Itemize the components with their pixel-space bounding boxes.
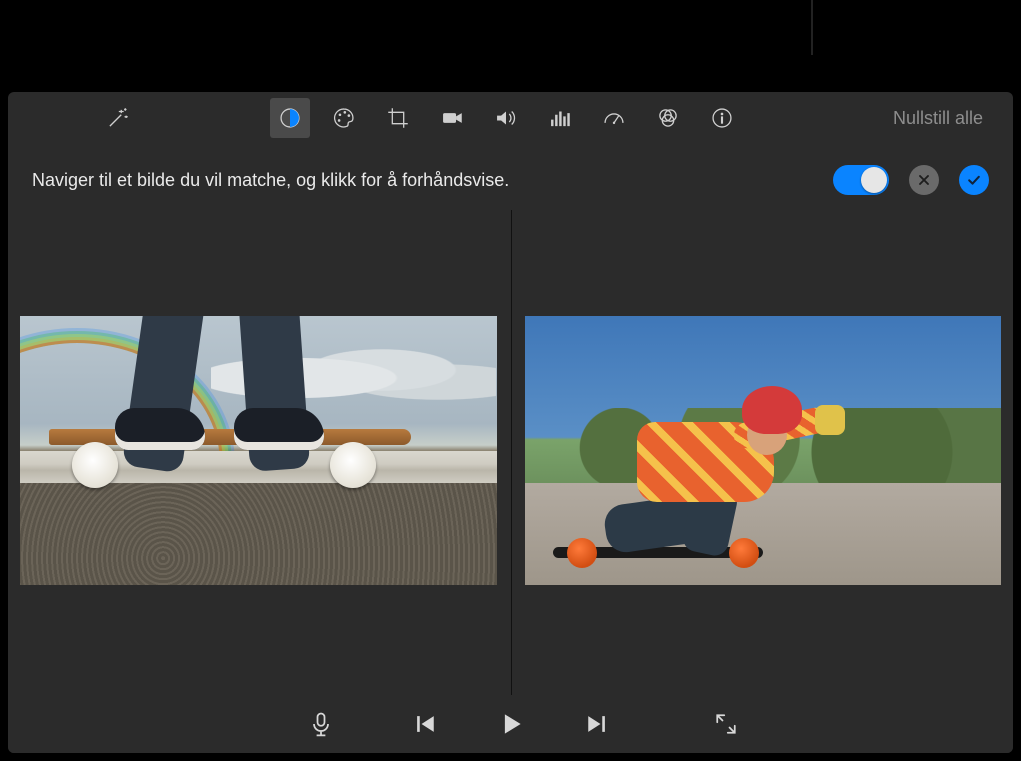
- volume-button[interactable]: [486, 98, 526, 138]
- match-color-toggle[interactable]: [833, 165, 889, 195]
- viewer-divider: [511, 210, 512, 719]
- crop-icon: [385, 105, 411, 131]
- speed-gauge-icon: [601, 105, 627, 131]
- check-icon: [966, 172, 982, 188]
- apply-button[interactable]: [959, 165, 989, 195]
- info-icon: [709, 105, 735, 131]
- microphone-icon: [307, 710, 335, 738]
- camera-button[interactable]: [432, 98, 472, 138]
- volume-icon: [493, 105, 519, 131]
- next-frame-button[interactable]: [580, 707, 614, 741]
- filters-button[interactable]: [648, 98, 688, 138]
- toggle-knob: [861, 167, 887, 193]
- magic-wand-button[interactable]: [98, 98, 138, 138]
- speed-button[interactable]: [594, 98, 634, 138]
- next-frame-icon: [583, 710, 611, 738]
- adjustments-toolbar: Nullstill alle: [8, 92, 1013, 144]
- color-palette-icon: [331, 105, 357, 131]
- magic-wand-icon: [105, 105, 131, 131]
- instruction-text: Naviger til et bilde du vil matche, og k…: [32, 170, 833, 191]
- filters-icon: [655, 105, 681, 131]
- current-clip-frame: [525, 316, 1002, 584]
- camera-icon: [439, 105, 465, 131]
- reset-all-button[interactable]: Nullstill alle: [883, 102, 993, 135]
- reference-frame: [20, 316, 497, 584]
- play-icon: [497, 710, 525, 738]
- color-balance-icon: [277, 105, 303, 131]
- fullscreen-button[interactable]: [709, 707, 743, 741]
- record-voiceover-button[interactable]: [304, 707, 338, 741]
- play-button[interactable]: [494, 707, 528, 741]
- equalizer-icon: [547, 105, 573, 131]
- previous-frame-button[interactable]: [408, 707, 442, 741]
- crop-button[interactable]: [378, 98, 418, 138]
- previous-frame-icon: [411, 710, 439, 738]
- info-button[interactable]: [702, 98, 742, 138]
- viewer-split: [20, 210, 1001, 691]
- color-palette-button[interactable]: [324, 98, 364, 138]
- match-color-bar: Naviger til et bilde du vil matche, og k…: [8, 164, 1013, 196]
- inspector-panel: Nullstill alle Naviger til et bilde du v…: [8, 92, 1013, 753]
- callout-leader-line: [811, 0, 813, 55]
- color-balance-button[interactable]: [270, 98, 310, 138]
- reference-pane[interactable]: [20, 210, 497, 691]
- cancel-button[interactable]: [909, 165, 939, 195]
- equalizer-button[interactable]: [540, 98, 580, 138]
- current-clip-pane[interactable]: [525, 210, 1002, 691]
- close-icon: [916, 172, 932, 188]
- fullscreen-icon: [712, 710, 740, 738]
- transport-bar: [8, 695, 1013, 753]
